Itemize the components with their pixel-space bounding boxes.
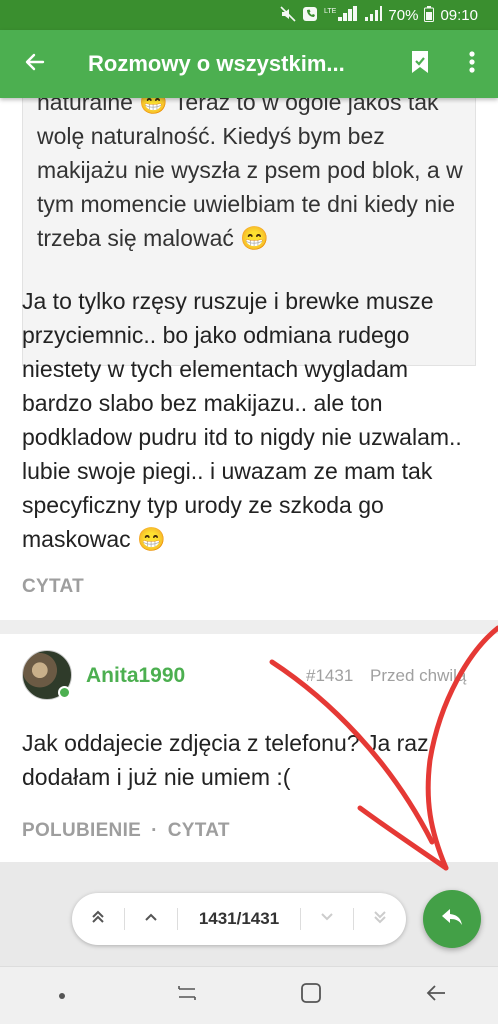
- post-body: Ja to tylko rzęsy ruszuje i brewke musze…: [22, 288, 462, 552]
- svg-text:LTE: LTE: [324, 8, 337, 15]
- quote-text: naturalne 😁 Teraz to w ogóle jakoś tak w…: [37, 98, 463, 251]
- status-bar: LTE 70% 09:10: [0, 0, 498, 30]
- signal-icon: [364, 5, 383, 25]
- signal-lte-icon: LTE: [324, 5, 358, 25]
- back-button[interactable]: [0, 30, 70, 98]
- reply-button[interactable]: [423, 890, 481, 948]
- battery-icon: [424, 5, 435, 25]
- back-nav-button[interactable]: [406, 967, 466, 1024]
- page-title: Rozmowy o wszystkim...: [88, 51, 345, 76]
- mute-icon: [280, 5, 296, 25]
- post-number[interactable]: #1431: [306, 666, 353, 686]
- last-page-button[interactable]: [354, 893, 406, 945]
- online-indicator: [58, 686, 71, 699]
- quote-button[interactable]: CYTAT: [22, 576, 84, 598]
- nav-dot-button[interactable]: [32, 967, 92, 1024]
- system-nav-bar: [0, 966, 498, 1024]
- pager: 1431/1431: [72, 893, 406, 945]
- recent-apps-icon: [175, 983, 199, 1008]
- post-divider: [0, 620, 498, 634]
- prev-page-button[interactable]: [125, 893, 177, 945]
- home-button[interactable]: [281, 967, 341, 1024]
- post-list[interactable]: naturalne 😁 Teraz to w ogóle jakoś tak w…: [0, 98, 498, 862]
- double-chevron-down-icon: [372, 909, 388, 930]
- post-header: Anita1990 #1431 Przed chwilą: [22, 650, 482, 704]
- battery-percent: 70%: [388, 6, 419, 24]
- action-separator: ·: [151, 820, 158, 841]
- chevron-down-icon: [319, 909, 335, 930]
- like-button[interactable]: POLUBIENIE: [22, 820, 141, 842]
- first-page-button[interactable]: [72, 893, 124, 945]
- double-chevron-up-icon: [90, 909, 106, 930]
- bookmark-icon: [410, 50, 430, 79]
- call-icon: [302, 6, 318, 25]
- post-body: Jak oddajecie zdjęcia z telefonu? Ja raz…: [22, 730, 429, 790]
- reply-icon: [441, 908, 463, 931]
- bookmark-button[interactable]: [394, 30, 446, 98]
- quote-button[interactable]: CYTAT: [168, 820, 230, 842]
- more-options-button[interactable]: [446, 30, 498, 98]
- clock: 09:10: [440, 6, 478, 24]
- app-bar: Rozmowy o wszystkim...: [0, 30, 498, 98]
- page-counter[interactable]: 1431/1431: [178, 909, 300, 929]
- arrow-left-icon: [23, 50, 47, 79]
- post-time: Przed chwilą: [370, 666, 467, 685]
- more-vert-icon: [468, 50, 476, 79]
- next-page-button[interactable]: [301, 893, 353, 945]
- post-actions: POLUBIENIE · CYTAT: [22, 820, 230, 842]
- back-arrow-icon: [425, 983, 447, 1008]
- chevron-up-icon: [143, 909, 159, 930]
- recent-apps-button[interactable]: [157, 967, 217, 1024]
- dot-icon: [58, 987, 66, 1005]
- home-icon: [300, 982, 322, 1009]
- username[interactable]: Anita1990: [86, 664, 185, 688]
